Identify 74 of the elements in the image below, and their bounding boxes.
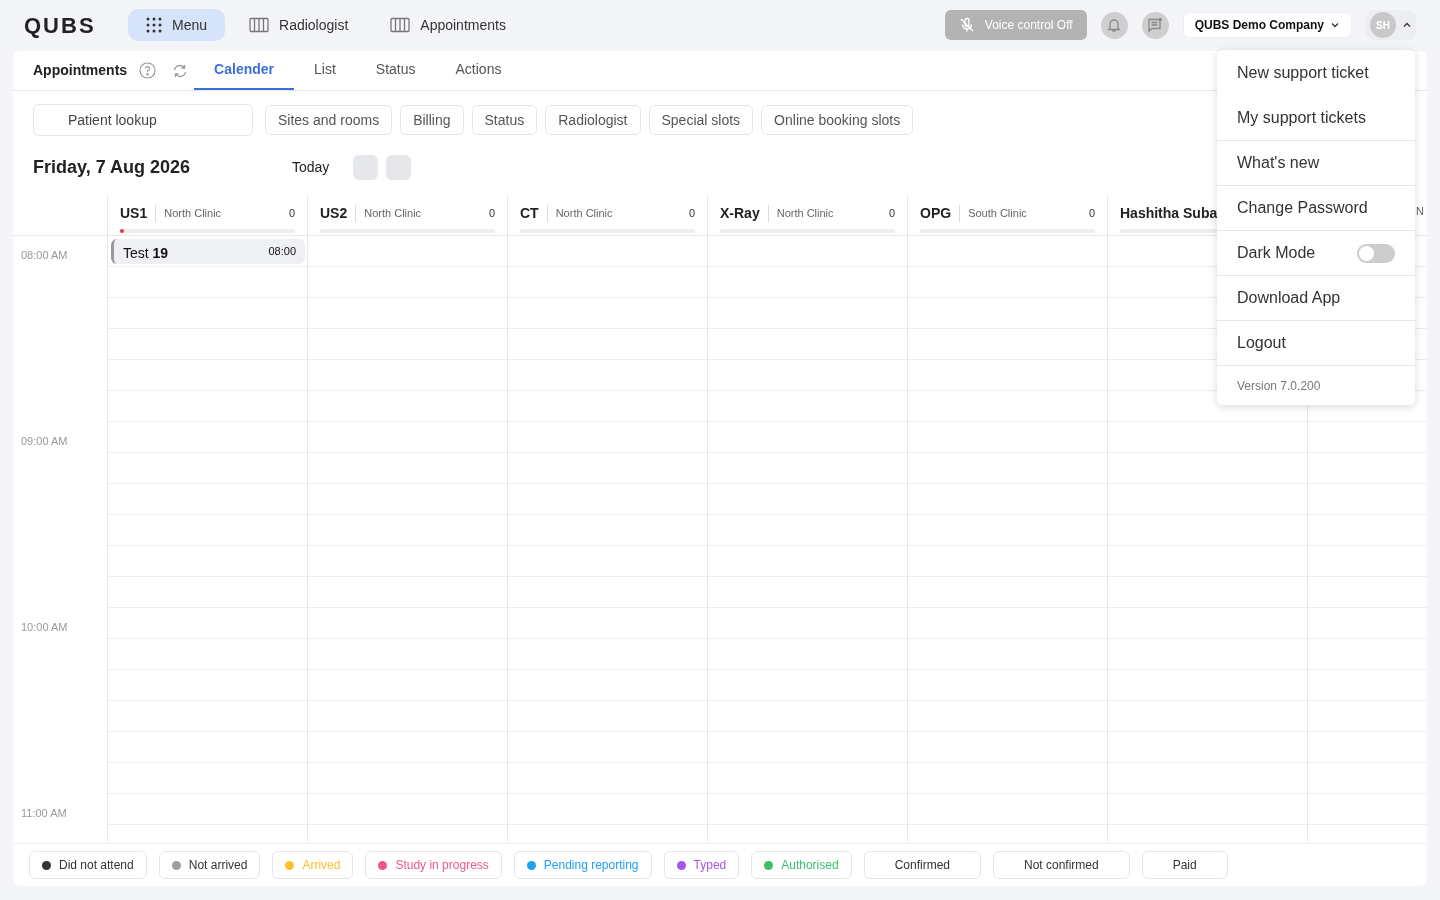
time-label: 10:00 AM (21, 621, 68, 633)
filter-button[interactable]: Online booking slots (761, 105, 914, 135)
site-name: North Clinic (546, 205, 613, 222)
nav-button[interactable]: Menu (128, 9, 226, 41)
version-label: Version 7.0.200 (1237, 377, 1321, 395)
slot-count: 0 (888, 206, 895, 222)
legend-label: Did not attend (59, 857, 134, 874)
page-title: Appointments (33, 61, 128, 80)
tab[interactable]: List (294, 51, 356, 90)
columns-icon (249, 17, 270, 33)
time-label: 09:00 AM (21, 435, 68, 447)
room-name: X-Ray (720, 204, 760, 223)
muted-microphone-icon (958, 17, 975, 33)
legend-label: Not confirmed (1024, 857, 1099, 874)
chevron-up-icon (1402, 20, 1412, 30)
site-name: North Clinic (767, 205, 834, 222)
room-name: OPG (920, 204, 952, 223)
date-heading: Friday, 7 Aug 2026 (33, 155, 192, 179)
menu-item[interactable]: Logout (1217, 320, 1415, 365)
slot-count: 0 (288, 206, 295, 222)
filter-button[interactable]: Radiologist (545, 105, 641, 135)
refresh-icon[interactable] (172, 62, 189, 79)
legend-label: Authorised (781, 857, 839, 874)
legend-label: Confirmed (894, 857, 950, 874)
bell-icon (1106, 17, 1123, 33)
filter-button[interactable]: Status (471, 105, 538, 135)
tab[interactable]: Status (355, 51, 436, 90)
menu-item[interactable]: New support ticket (1217, 50, 1415, 95)
legend-label: Typed (693, 857, 727, 874)
site-name: North Clinic (355, 205, 422, 222)
room-name: US2 (320, 204, 348, 223)
today-button[interactable]: Today (292, 156, 330, 178)
appointment-card[interactable]: Test 19 08:00 (111, 239, 305, 264)
slot-count: 0 (1088, 206, 1095, 222)
chevron-down-icon (1330, 20, 1340, 30)
room-name: CT (520, 204, 539, 223)
grid-icon (146, 17, 162, 33)
site-name: North Clinic (155, 205, 222, 222)
time-label: 11:00 AM (21, 807, 67, 819)
filter-button[interactable]: Sites and rooms (265, 105, 393, 135)
menu-item[interactable]: What's new (1217, 140, 1415, 185)
site-name: South Clinic (959, 205, 1027, 222)
site-name: N (1415, 204, 1424, 219)
legend-label: Arrived (302, 857, 341, 874)
tab[interactable]: Actions (435, 51, 522, 90)
dark-mode-toggle[interactable] (1357, 243, 1395, 263)
menu-item[interactable]: Download App (1217, 275, 1415, 320)
chat-icon (1147, 17, 1164, 33)
room-name: US1 (120, 204, 148, 223)
tab[interactable]: Calender (194, 51, 295, 90)
patient-lookup-button[interactable]: Patient lookup (33, 104, 253, 136)
legend-label: Not arrived (188, 857, 248, 874)
filter-button[interactable]: Billing (400, 105, 464, 135)
notifications-button[interactable] (1100, 11, 1128, 39)
slot-count: 0 (488, 206, 495, 222)
appointment-time: 08:00 (268, 244, 296, 259)
legend-label: Pending reporting (543, 857, 639, 874)
menu-item-label: Dark Mode (1237, 243, 1316, 263)
messages-button[interactable] (1141, 11, 1169, 39)
menu-item[interactable]: My support tickets (1217, 95, 1415, 140)
menu-item[interactable]: Change Password (1217, 185, 1415, 230)
brand-logo: QUBS (24, 11, 97, 40)
legend-label: Study in progress (395, 857, 489, 874)
nav-button[interactable]: Radiologist (231, 9, 367, 41)
appointment-title: Test 19 (123, 244, 169, 263)
time-label: 08:00 AM (21, 249, 68, 261)
legend-label: Paid (1172, 857, 1197, 874)
filter-button[interactable]: Special slots (648, 105, 754, 135)
company-selector[interactable]: QUBS Demo Company (1182, 12, 1352, 38)
nav-button[interactable]: Appointments (372, 9, 524, 41)
columns-icon (390, 17, 411, 33)
help-icon[interactable] (139, 62, 157, 79)
room-name: Hashitha Suba (1120, 204, 1218, 223)
slot-count: 0 (688, 206, 695, 222)
